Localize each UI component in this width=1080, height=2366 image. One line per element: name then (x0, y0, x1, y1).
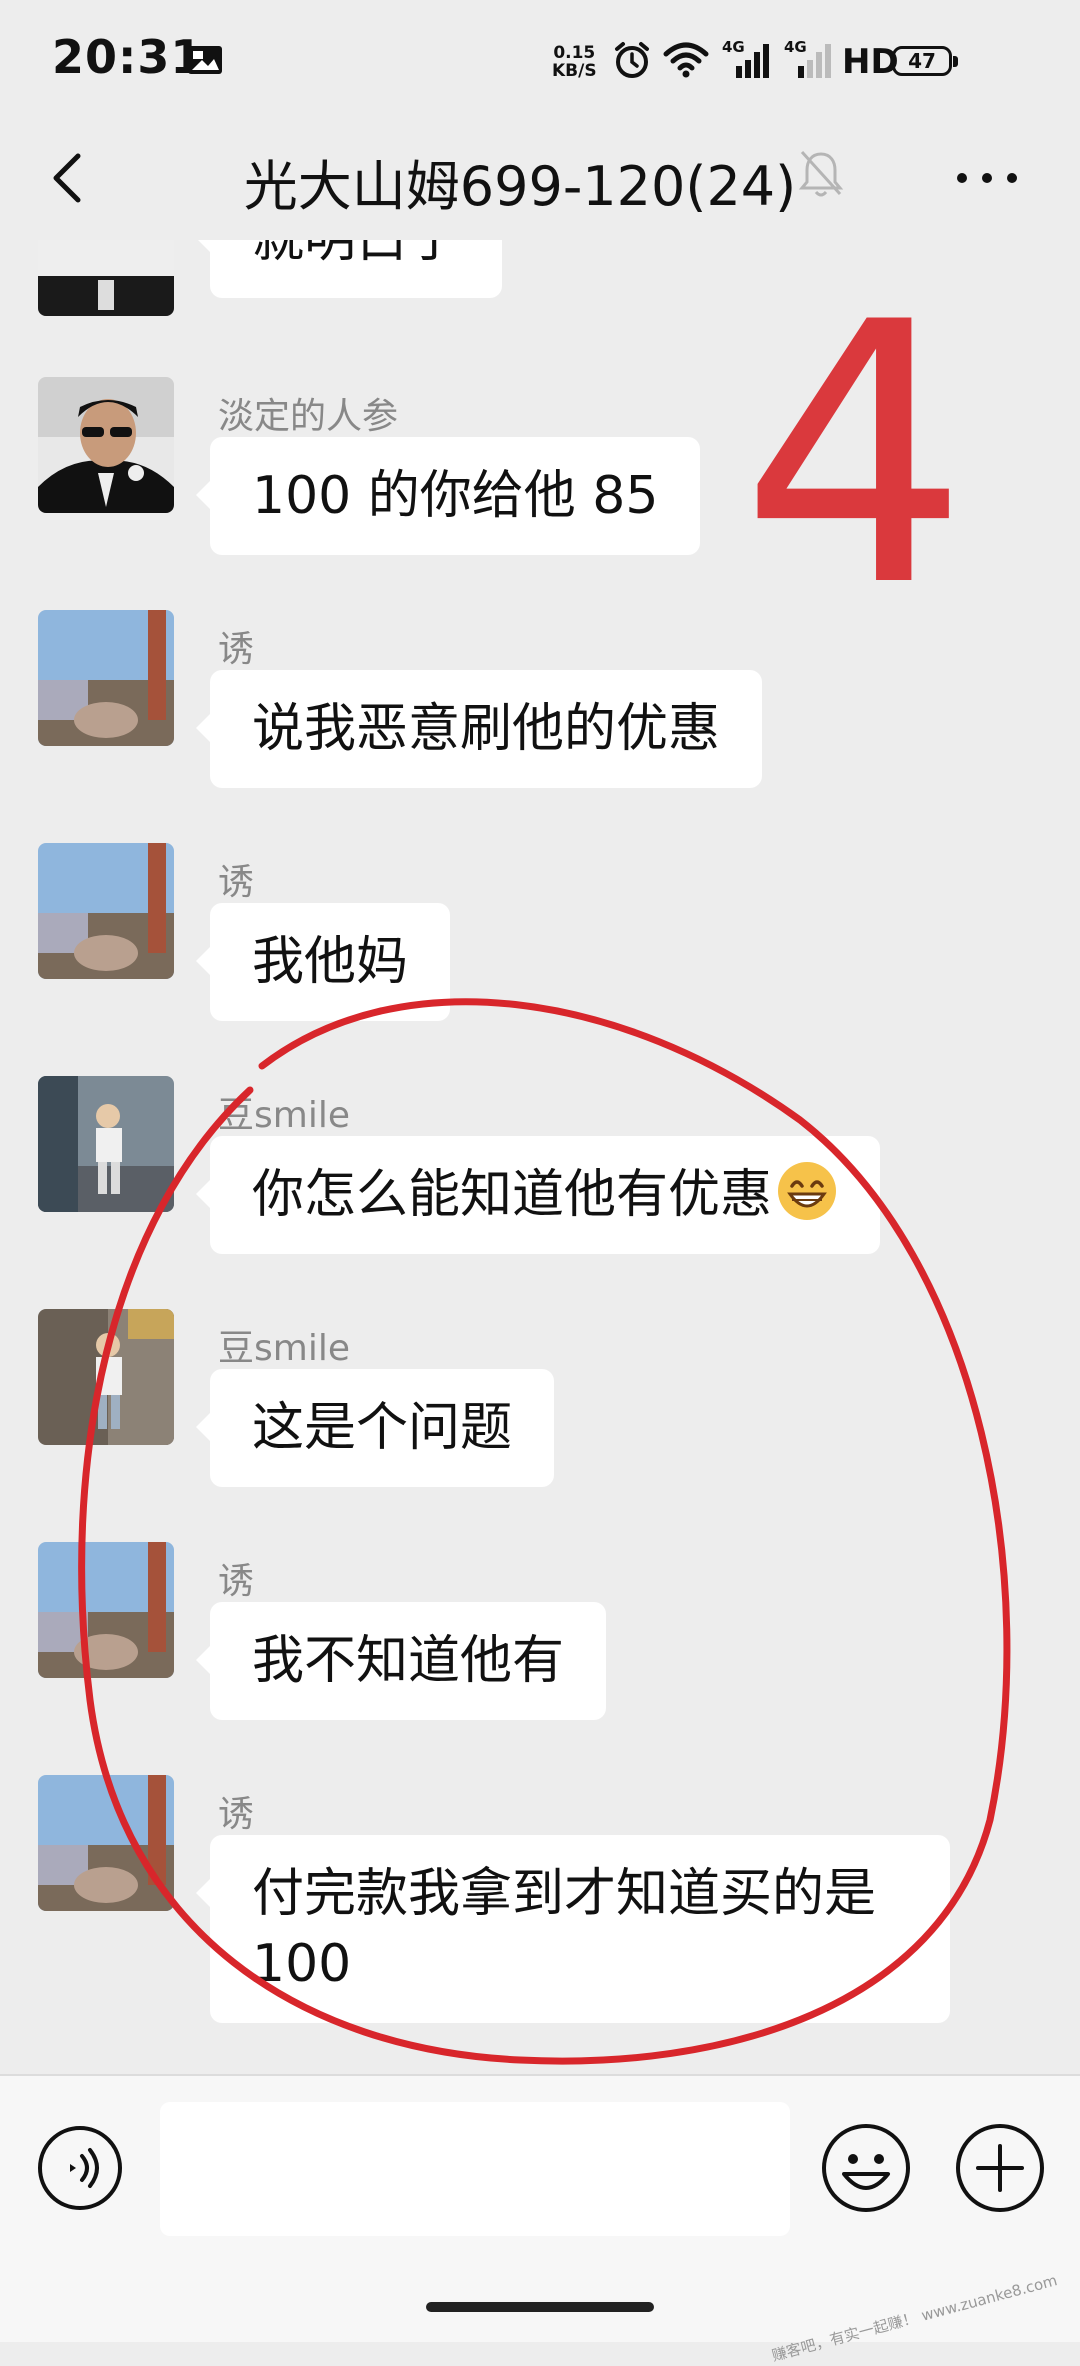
sender-name: 诱 (218, 1794, 255, 1835)
message-bubble[interactable]: 100 的你给他 85 (195, 437, 701, 555)
sender-name: 诱 (218, 629, 255, 670)
home-indicator[interactable] (426, 2302, 654, 2312)
avatar-image (38, 843, 174, 979)
avatar[interactable] (38, 1775, 174, 1911)
avatar[interactable] (38, 240, 174, 316)
emoji-icon[interactable] (820, 2122, 912, 2214)
avatar[interactable] (38, 1542, 174, 1678)
message-bubble[interactable]: 这是个问题 (195, 1369, 555, 1487)
avatar-image (38, 1076, 174, 1212)
sender-name: 豆smile (218, 1095, 350, 1136)
chat-header: 光大山姆699-120(24) (0, 120, 1080, 240)
message-input[interactable] (160, 2102, 790, 2236)
message-list[interactable]: 就明白了 淡定的人参 100 的你给他 85 (0, 240, 1080, 2070)
message-text: 这是个问题 (252, 1398, 513, 1458)
message-text: 100 的你给他 85 (252, 466, 659, 526)
message-text: 说我恶意刷他的优惠 (252, 699, 721, 759)
avatar[interactable] (38, 610, 174, 746)
avatar[interactable] (38, 1076, 174, 1212)
watermark: 赚客吧，有实一起赚！ www.zuanke8.com (770, 2271, 1060, 2365)
signal-1: 4G (722, 38, 772, 80)
net-speed-unit: KB/S (552, 61, 597, 81)
message-bubble[interactable]: 你怎么能知道他有优惠 (195, 1136, 881, 1254)
net-speed-value: 0.15 (553, 43, 596, 63)
message-text: 付完款我拿到才知道买的是100 (252, 1864, 877, 1994)
sender-name: 诱 (218, 1561, 255, 1602)
net-speed: 0.15 KB/S (552, 44, 597, 80)
message-text: 你怎么能知道他有优惠 (252, 1165, 773, 1225)
voice-icon[interactable] (36, 2124, 124, 2212)
plus-icon[interactable] (954, 2122, 1046, 2214)
avatar-image (38, 1542, 174, 1678)
sender-name: 豆smile (218, 1328, 350, 1369)
avatar-image (38, 1775, 174, 1911)
status-time: 20:31 (52, 30, 204, 84)
signal-bars-2-icon (798, 44, 831, 78)
avatar-image (38, 240, 174, 316)
message-bubble[interactable]: 我他妈 (195, 903, 451, 1021)
notification-image-icon (188, 46, 222, 74)
input-bar: 赚客吧，有实一起赚！ www.zuanke8.com (0, 2074, 1080, 2365)
message-bubble[interactable]: 我不知道他有 (195, 1602, 607, 1720)
signal-2: 4G (784, 38, 834, 80)
battery-indicator: 47 (892, 46, 958, 76)
alarm-icon (615, 42, 649, 78)
avatar[interactable] (38, 1309, 174, 1445)
message-bubble[interactable]: 付完款我拿到才知道买的是100 (196, 1835, 950, 2023)
message-text: 我他妈 (252, 932, 409, 992)
avatar-image (38, 1309, 174, 1445)
avatar-image (38, 377, 174, 513)
message-bubble[interactable]: 说我恶意刷他的优惠 (195, 670, 763, 788)
message-text: 就明白了 (252, 240, 460, 269)
message-text: 我不知道他有 (252, 1631, 565, 1691)
chat-title: 光大山姆699-120(24) (243, 155, 797, 218)
sender-name: 诱 (218, 862, 255, 903)
hd-label: HD (842, 42, 899, 82)
status-bar: 20:31 0.15 KB/S 4G 4G HD 47 (0, 0, 1080, 120)
avatar[interactable] (38, 843, 174, 979)
message-bubble[interactable]: 就明白了 (195, 240, 503, 298)
wifi-icon (663, 42, 709, 78)
avatar[interactable] (38, 377, 174, 513)
sender-name: 淡定的人参 (218, 396, 399, 437)
bell-off-icon (798, 150, 844, 197)
signal-bars-1-icon (736, 44, 769, 78)
more-dots-icon[interactable] (952, 168, 1022, 188)
avatar-image (38, 610, 174, 746)
grinning-emoji-icon (778, 1162, 837, 1220)
